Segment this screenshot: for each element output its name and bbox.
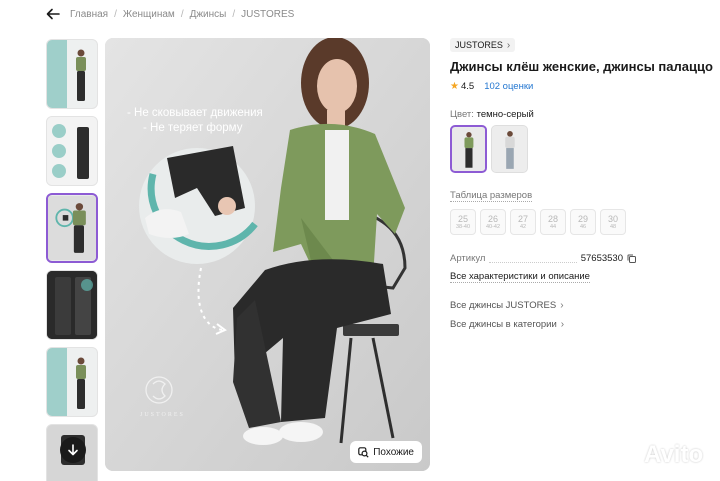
chevron-right-icon: › [560,300,564,311]
color-value: темно-серый [476,109,534,120]
breadcrumb-home[interactable]: Главная [70,9,108,20]
size-option[interactable]: 25 38-40 [450,209,476,235]
thumbnail-strip [46,39,100,481]
arrow-down-icon [68,444,78,456]
color-label: Цвет: темно-серый [450,109,534,120]
color-swatch[interactable] [491,125,528,173]
product-photo [105,38,430,471]
size-option[interactable]: 28 44 [540,209,566,235]
thumbnail-active[interactable] [46,193,98,263]
size-option[interactable]: 30 48 [600,209,626,235]
article-label: Артикул [450,253,486,264]
brand-watermark: JUSTORES [140,412,185,418]
overlay-line: - Не теряет форму [143,122,243,134]
avito-wordmark: Avito [644,441,704,468]
size-option[interactable]: 26 40-42 [480,209,506,235]
top-bar: Главная / Женщинам / Джинсы / JUSTORES [46,6,294,22]
size-option[interactable]: 27 42 [510,209,536,235]
thumbnail[interactable] [46,347,98,417]
size-selector: 25 38-40 26 40-42 27 42 28 44 29 46 30 48 [450,209,630,235]
breadcrumb-women[interactable]: Женщинам [123,9,175,20]
chevron-right-icon: › [506,39,511,51]
star-icon: ★ [450,81,459,92]
breadcrumb-separator: / [232,8,236,20]
thumbnail[interactable] [46,116,98,186]
breadcrumb: Главная / Женщинам / Джинсы / JUSTORES [70,9,294,20]
thumbnail[interactable] [46,270,98,340]
color-swatch-selected[interactable] [450,125,487,173]
rating-row: ★ 4.5 102 оценки [450,81,533,92]
main-product-image[interactable]: - Не сковывает движения - Не теряет форм… [105,38,430,471]
rating-value: 4.5 [460,81,475,92]
brand-chip[interactable]: JUSTORES › [450,38,516,52]
size-option[interactable]: 29 46 [570,209,596,235]
scroll-down-button[interactable] [60,437,86,463]
category-jeans-link[interactable]: Все джинсы в категории › [450,319,564,330]
breadcrumb-separator: / [114,8,117,20]
avito-logo-icon [613,442,640,468]
similar-button[interactable]: Похожие [350,441,422,463]
article-row: Артикул 57653530 [450,253,636,264]
copy-icon[interactable] [627,254,636,263]
overlay-line: - Не сковывает движения [127,107,263,119]
breadcrumb-separator: / [180,8,184,20]
avito-watermark: Avito [612,441,703,469]
reviews-link[interactable]: 102 оценки [484,81,533,92]
breadcrumb-brand[interactable]: JUSTORES [241,9,294,20]
breadcrumb-jeans[interactable]: Джинсы [190,9,227,20]
search-similar-icon [358,446,369,458]
all-characteristics-link[interactable]: Все характеристики и описание [450,271,590,283]
brand-name: JUSTORES [455,40,503,50]
size-table-link[interactable]: Таблица размеров [450,190,533,202]
chevron-right-icon: › [560,319,565,330]
article-number: 57653530 [580,253,623,264]
thumbnail[interactable] [46,39,98,109]
product-title: Джинсы клёш женские, джинсы палаццо [450,59,713,74]
similar-label: Похожие [373,446,414,458]
brand-jeans-link[interactable]: Все джинсы JUSTORES › [450,300,564,311]
overlay-caption: - Не сковывает движения - Не теряет форм… [127,106,263,136]
back-arrow-icon[interactable] [46,7,60,21]
